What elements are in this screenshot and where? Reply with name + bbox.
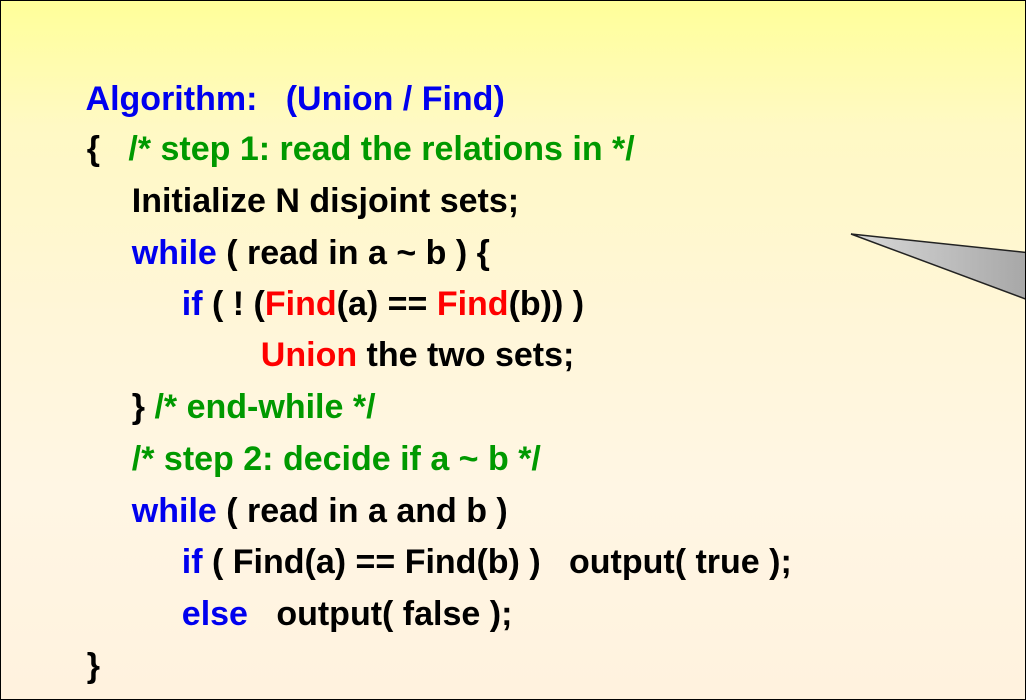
- callout-arrow: [850, 233, 1025, 300]
- slide: Algorithm: (Union / Find) { /* step 1: r…: [0, 0, 1026, 700]
- callout-pointer: [850, 233, 1025, 300]
